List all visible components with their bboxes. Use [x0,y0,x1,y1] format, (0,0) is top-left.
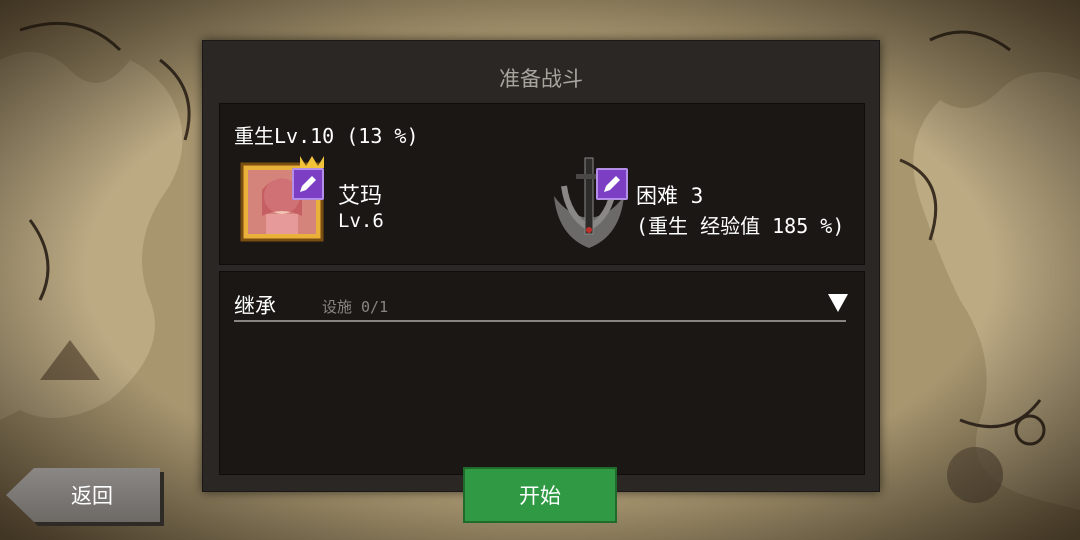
inherit-facility-count: 设施 0/1 [322,298,389,316]
triangle-down-icon[interactable] [828,294,848,312]
difficulty-name: 困难 3 [636,184,704,208]
back-button[interactable]: 返回 [6,468,160,522]
edit-difficulty-icon[interactable] [596,168,628,200]
pencil-icon [604,176,620,192]
panel-title: 准备战斗 [499,67,583,91]
inherit-label: 继承 [234,294,276,318]
battle-info-box: 重生Lv.10 (13 %) 艾玛 Lv.6 困难 3 (重生 经验值 185 … [219,103,865,265]
hero-level: Lv.6 [338,210,384,232]
rebirth-level-text: 重生Lv.10 (13 %) [234,124,419,148]
difficulty-bonus: (重生 经验值 185 %) [636,214,845,238]
prepare-battle-panel: 准备战斗 重生Lv.10 (13 %) 艾玛 Lv.6 困难 3 (重生 经验值… [202,40,880,492]
pencil-icon [300,176,316,192]
edit-hero-icon[interactable] [292,168,324,200]
start-button[interactable]: 开始 [463,467,617,523]
inherit-divider [234,320,846,322]
hero-name: 艾玛 [338,184,383,209]
inherit-box: 继承 设施 0/1 ⌄ [219,271,865,477]
